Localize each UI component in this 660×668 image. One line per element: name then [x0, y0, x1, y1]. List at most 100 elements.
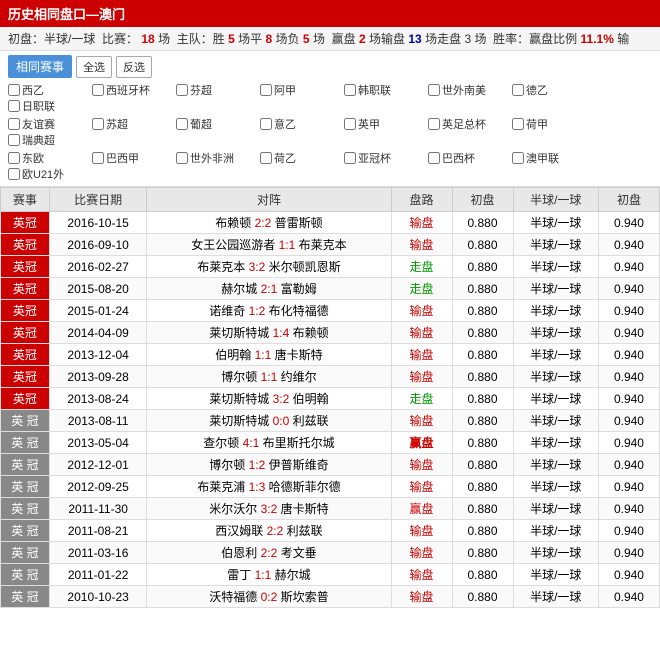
cell-odds1: 0.880 [452, 300, 513, 322]
cell-handicap: 半球/一球 [513, 212, 598, 234]
cell-odds1: 0.880 [452, 586, 513, 608]
cell-odds2: 0.940 [598, 454, 659, 476]
checkbox-item[interactable]: 友谊赛 [8, 116, 88, 132]
cell-league: 英 冠 [1, 454, 50, 476]
cell-date: 2013-08-11 [49, 410, 147, 432]
checkbox-item[interactable]: 苏超 [92, 116, 172, 132]
table-row: 英 冠2012-09-25布莱克浦 1:3 哈德斯菲尔德输盘0.880半球/一球… [1, 476, 660, 498]
checkbox-item[interactable]: 亚冠杯 [344, 150, 424, 166]
checkbox-item[interactable]: 葡超 [176, 116, 256, 132]
table-row: 英 冠2013-08-11莱切斯特城 0:0 利兹联输盘0.880半球/一球0.… [1, 410, 660, 432]
cell-pan: 输盘 [391, 454, 452, 476]
cell-odds2: 0.940 [598, 542, 659, 564]
cell-date: 2015-08-20 [49, 278, 147, 300]
table-row: 英 冠2012-12-01博尔顿 1:2 伊普斯维奇输盘0.880半球/一球0.… [1, 454, 660, 476]
cell-odds2: 0.940 [598, 564, 659, 586]
cell-odds1: 0.880 [452, 234, 513, 256]
cell-pan: 赢盘 [391, 432, 452, 454]
cell-odds1: 0.880 [452, 564, 513, 586]
table-row: 英冠2013-08-24莱切斯特城 3:2 伯明翰走盘0.880半球/一球0.9… [1, 388, 660, 410]
col-odds1: 初盘 [452, 188, 513, 212]
cell-pan: 走盘 [391, 388, 452, 410]
cell-teams: 米尔沃尔 3:2 唐卡斯特 [147, 498, 391, 520]
cell-handicap: 半球/一球 [513, 432, 598, 454]
checkbox-item[interactable]: 芬超 [176, 82, 256, 98]
cell-teams: 查尔顿 4:1 布里斯托尔城 [147, 432, 391, 454]
cell-odds1: 0.880 [452, 520, 513, 542]
cell-league: 英 冠 [1, 564, 50, 586]
cell-handicap: 半球/一球 [513, 476, 598, 498]
cell-teams: 莱切斯特城 3:2 伯明翰 [147, 388, 391, 410]
cell-handicap: 半球/一球 [513, 234, 598, 256]
checkbox-item[interactable]: 欧U21外 [8, 166, 88, 182]
cell-odds2: 0.940 [598, 476, 659, 498]
table-row: 英冠2015-01-24诺维奇 1:2 布化特福德输盘0.880半球/一球0.9… [1, 300, 660, 322]
table-row: 英 冠2011-01-22雷丁 1:1 赫尔城输盘0.880半球/一球0.940 [1, 564, 660, 586]
col-odds2: 初盘 [598, 188, 659, 212]
cell-odds1: 0.880 [452, 432, 513, 454]
checkbox-item[interactable]: 西班牙杯 [92, 82, 172, 98]
table-row: 英 冠2011-08-21西汉姆联 2:2 利兹联输盘0.880半球/一球0.9… [1, 520, 660, 542]
same-match-button[interactable]: 相同赛事 [8, 55, 72, 78]
table-header-row: 赛事 比赛日期 对阵 盘路 初盘 半球/一球 初盘 [1, 188, 660, 212]
cell-teams: 莱切斯特城 0:0 利兹联 [147, 410, 391, 432]
cell-pan: 输盘 [391, 234, 452, 256]
cell-pan: 输盘 [391, 300, 452, 322]
cell-teams: 博尔顿 1:2 伊普斯维奇 [147, 454, 391, 476]
cell-handicap: 半球/一球 [513, 256, 598, 278]
checkbox-item[interactable]: 德乙 [512, 82, 592, 98]
checkbox-item[interactable]: 世外南美 [428, 82, 508, 98]
cell-pan: 输盘 [391, 520, 452, 542]
cell-league: 英冠 [1, 344, 50, 366]
cell-league: 英冠 [1, 322, 50, 344]
cell-teams: 莱切斯特城 1:4 布赖顿 [147, 322, 391, 344]
col-date: 比赛日期 [49, 188, 147, 212]
cell-league: 英 冠 [1, 586, 50, 608]
cell-odds1: 0.880 [452, 256, 513, 278]
cell-pan: 输盘 [391, 322, 452, 344]
cell-odds1: 0.880 [452, 388, 513, 410]
cell-odds2: 0.940 [598, 388, 659, 410]
cell-pan: 输盘 [391, 586, 452, 608]
checkbox-item[interactable]: 瑞典超 [8, 132, 88, 148]
cell-handicap: 半球/一球 [513, 498, 598, 520]
cell-league: 英冠 [1, 366, 50, 388]
select-all-button[interactable]: 全选 [76, 56, 112, 78]
checkbox-item[interactable]: 意乙 [260, 116, 340, 132]
cell-handicap: 半球/一球 [513, 520, 598, 542]
cell-pan: 输盘 [391, 410, 452, 432]
checkbox-item[interactable]: 东欧 [8, 150, 88, 166]
checkbox-item[interactable]: 韩职联 [344, 82, 424, 98]
cell-teams: 赫尔城 2:1 富勒姆 [147, 278, 391, 300]
table-row: 英 冠2013-05-04查尔顿 4:1 布里斯托尔城赢盘0.880半球/一球0… [1, 432, 660, 454]
cell-date: 2016-02-27 [49, 256, 147, 278]
cell-league: 英冠 [1, 234, 50, 256]
cell-teams: 布莱克本 3:2 米尔顿凯恩斯 [147, 256, 391, 278]
checkbox-item[interactable]: 澳甲联 [512, 150, 592, 166]
cell-date: 2013-08-24 [49, 388, 147, 410]
invert-button[interactable]: 反选 [116, 56, 152, 78]
checkbox-item[interactable]: 巴西甲 [92, 150, 172, 166]
cell-date: 2012-09-25 [49, 476, 147, 498]
checkbox-item[interactable]: 日职联 [8, 98, 88, 114]
cell-odds2: 0.940 [598, 322, 659, 344]
checkbox-item[interactable]: 世外非洲 [176, 150, 256, 166]
checkbox-item[interactable]: 荷甲 [512, 116, 592, 132]
cell-handicap: 半球/一球 [513, 564, 598, 586]
cell-odds2: 0.940 [598, 234, 659, 256]
checkbox-item[interactable]: 阿甲 [260, 82, 340, 98]
cell-date: 2016-10-15 [49, 212, 147, 234]
page-title: 历史相同盘口—澳门 [8, 7, 125, 22]
checkbox-item[interactable]: 荷乙 [260, 150, 340, 166]
checkbox-item[interactable]: 西乙 [8, 82, 88, 98]
cell-date: 2012-12-01 [49, 454, 147, 476]
checkbox-item[interactable]: 英甲 [344, 116, 424, 132]
cell-league: 英 冠 [1, 498, 50, 520]
cell-teams: 布赖顿 2:2 普雷斯顿 [147, 212, 391, 234]
cell-date: 2014-04-09 [49, 322, 147, 344]
checkbox-item[interactable]: 英足总杯 [428, 116, 508, 132]
cell-odds2: 0.940 [598, 498, 659, 520]
checkbox-item[interactable]: 巴西杯 [428, 150, 508, 166]
cell-odds2: 0.940 [598, 278, 659, 300]
cell-odds2: 0.940 [598, 520, 659, 542]
